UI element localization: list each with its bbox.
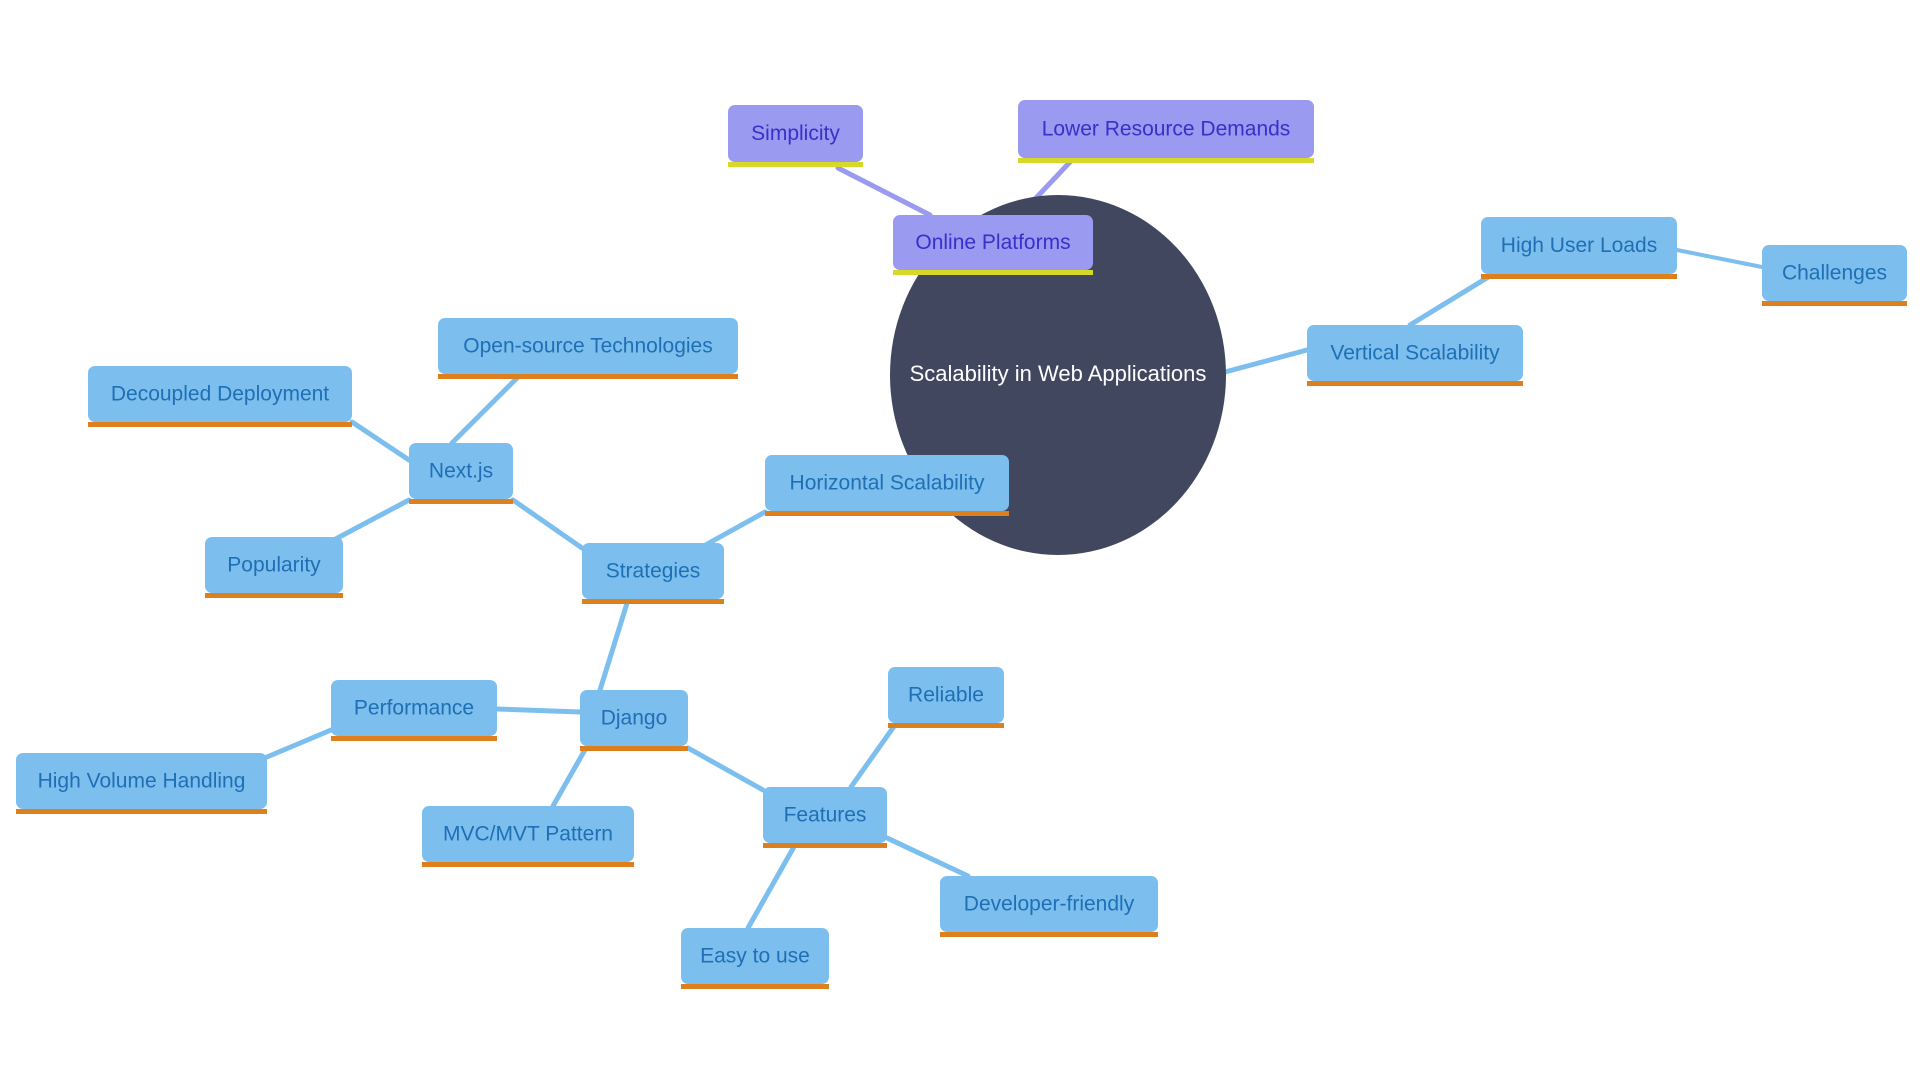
mindmap-edge [550, 745, 589, 809]
mindmap-node-challenges[interactable]: Challenges [1762, 245, 1907, 306]
node-label: Performance [354, 697, 474, 720]
mindmap-node-horizontal-scalability[interactable]: Horizontal Scalability [765, 455, 1009, 516]
mindmap-node-strategies[interactable]: Strategies [582, 543, 724, 604]
mindmap-node-performance[interactable]: Performance [331, 680, 497, 741]
root-node-label: Scalability in Web Applications [910, 361, 1207, 386]
node-underline [940, 932, 1158, 937]
mindmap-edge [264, 727, 334, 760]
mindmap-edge [685, 745, 766, 793]
mindmap-edge [1675, 248, 1764, 269]
node-label: Simplicity [751, 122, 840, 145]
node-underline [728, 162, 863, 167]
node-label: Easy to use [700, 945, 810, 968]
mindmap-edge [835, 165, 933, 218]
node-label: MVC/MVT Pattern [443, 823, 613, 846]
mindmap-edge [884, 835, 971, 879]
node-underline [1481, 274, 1677, 279]
node-underline [205, 593, 343, 598]
node-label: Features [784, 804, 867, 827]
node-underline [580, 746, 688, 751]
node-underline [888, 723, 1004, 728]
node-label: Popularity [227, 554, 321, 577]
node-underline [438, 374, 738, 379]
mindmap-node-lower-resource-demands[interactable]: Lower Resource Demands [1018, 100, 1314, 163]
mindmap-node-developer-friendly[interactable]: Developer-friendly [940, 876, 1158, 937]
node-label: Strategies [606, 560, 701, 583]
node-label: High User Loads [1501, 234, 1657, 257]
node-label: Decoupled Deployment [111, 383, 329, 406]
node-underline [893, 270, 1093, 275]
node-underline [1018, 158, 1314, 163]
node-label: Open-source Technologies [463, 335, 712, 358]
mindmap-edge [697, 509, 768, 551]
mindmap-node-nextjs[interactable]: Next.js [409, 443, 513, 504]
node-underline [582, 599, 724, 604]
node-underline [763, 843, 887, 848]
mindmap-edge [449, 372, 523, 446]
node-underline [409, 499, 513, 504]
mindmap-node-open-source-technologies[interactable]: Open-source Technologies [438, 318, 738, 379]
mindmap-node-high-volume-handling[interactable]: High Volume Handling [16, 753, 267, 814]
mindmap-edge [848, 722, 898, 790]
mindmap-edge [349, 419, 412, 463]
node-label: Reliable [908, 684, 984, 707]
node-underline [765, 511, 1009, 516]
mindmap-edge [327, 497, 412, 545]
node-underline [88, 422, 352, 427]
node-underline [331, 736, 497, 741]
node-label: Horizontal Scalability [790, 472, 985, 495]
mindmap-edge [597, 597, 631, 693]
mindmap-edge [1407, 273, 1493, 328]
node-label: Challenges [1782, 262, 1887, 285]
mindmap-node-simplicity[interactable]: Simplicity [728, 105, 863, 167]
mindmap-node-easy-to-use[interactable]: Easy to use [681, 928, 829, 989]
node-label: Vertical Scalability [1330, 342, 1500, 365]
node-label: Developer-friendly [964, 893, 1135, 916]
mindmap-edge [745, 842, 798, 931]
node-label: High Volume Handling [38, 770, 246, 793]
node-label: Next.js [429, 460, 493, 483]
node-underline [422, 862, 634, 867]
mindmap-node-vertical-scalability[interactable]: Vertical Scalability [1307, 325, 1523, 386]
mindmap-node-popularity[interactable]: Popularity [205, 537, 343, 598]
mindmap-node-mvc-mvt-pattern[interactable]: MVC/MVT Pattern [422, 806, 634, 867]
mindmap-node-online-platforms[interactable]: Online Platforms [893, 215, 1093, 275]
mindmap-node-reliable[interactable]: Reliable [888, 667, 1004, 728]
node-label: Online Platforms [915, 231, 1070, 254]
mindmap-canvas: Scalability in Web Applications Online P… [0, 0, 1920, 1080]
node-underline [16, 809, 267, 814]
mindmap-edge [494, 706, 583, 715]
node-label: Lower Resource Demands [1042, 118, 1291, 141]
mindmap-node-decoupled-deployment[interactable]: Decoupled Deployment [88, 366, 352, 427]
mindmap-svg: Scalability in Web Applications Online P… [16, 100, 1907, 989]
mindmap-edge [510, 497, 585, 551]
mindmap-node-django[interactable]: Django [580, 690, 688, 751]
node-layer: Online Platforms Simplicity Lower Resource… [16, 100, 1907, 989]
node-underline [1307, 381, 1523, 386]
node-label: Django [601, 707, 668, 730]
mindmap-edge [1222, 347, 1310, 375]
mindmap-node-features[interactable]: Features [763, 787, 887, 848]
node-underline [1762, 301, 1907, 306]
node-underline [681, 984, 829, 989]
mindmap-node-high-user-loads[interactable]: High User Loads [1481, 217, 1677, 279]
